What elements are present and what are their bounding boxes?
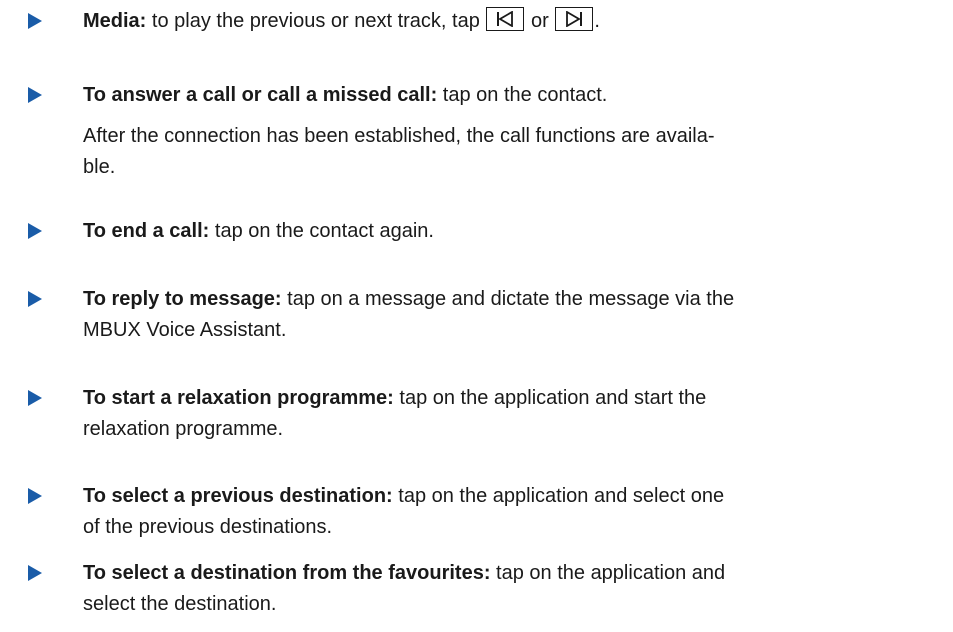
list-item-text: To end a call: tap on the contact again. [83, 216, 933, 247]
item-text-or: or [525, 10, 555, 32]
item-text: tap on a message and dictate the message… [281, 288, 735, 310]
item-text: to play the previous or next track, tap [146, 10, 486, 32]
skip-previous-icon [497, 11, 514, 27]
item-text-continued: relaxation programme. [83, 418, 284, 440]
item-label: Media: [83, 10, 147, 32]
note-paragraph: After the connection has been establishe… [83, 121, 933, 183]
item-label: To start a relaxation programme: [83, 387, 394, 409]
note-line: ble. [83, 156, 116, 178]
item-label: To select a previous destination: [83, 485, 393, 507]
list-item-text: To answer a call or call a missed call: … [83, 80, 933, 111]
list-item-text: To select a destination from the favouri… [83, 558, 933, 620]
item-label: To select a destination from the favouri… [83, 562, 491, 584]
bullet-icon [28, 291, 42, 307]
bullet-icon [28, 223, 42, 239]
bullet-icon [28, 565, 42, 581]
item-label: To answer a call or call a missed call: [83, 84, 438, 106]
item-text: tap on the application and start the [393, 387, 707, 409]
skip-next-icon [566, 11, 583, 27]
item-label: To end a call: [83, 220, 210, 242]
bullet-icon [28, 13, 42, 29]
list-item-text: To start a relaxation programme: tap on … [83, 383, 933, 445]
list-item-text: To select a previous destination: tap on… [83, 481, 933, 543]
item-text: tap on the application and [490, 562, 726, 584]
instruction-list: Media: to play the previous or next trac… [0, 0, 953, 632]
note-line: After the connection has been establishe… [83, 125, 715, 147]
bullet-icon [28, 488, 42, 504]
item-label: To reply to message: [83, 288, 282, 310]
skip-previous-button [486, 7, 525, 31]
item-text: tap on the application and select one [392, 485, 725, 507]
item-text-continued: select the destination. [83, 593, 277, 615]
item-text-continued: MBUX Voice Assistant. [83, 319, 287, 341]
item-text: tap on the contact again. [209, 220, 434, 242]
item-text-continued: of the previous destinations. [83, 516, 333, 538]
list-item-text: Media: to play the previous or next trac… [83, 6, 933, 37]
item-text-end: . [594, 10, 600, 32]
bullet-icon [28, 390, 42, 406]
bullet-icon [28, 87, 42, 103]
skip-next-button [555, 7, 594, 31]
item-text: tap on the contact. [437, 84, 608, 106]
list-item-text: To reply to message: tap on a message an… [83, 284, 933, 346]
